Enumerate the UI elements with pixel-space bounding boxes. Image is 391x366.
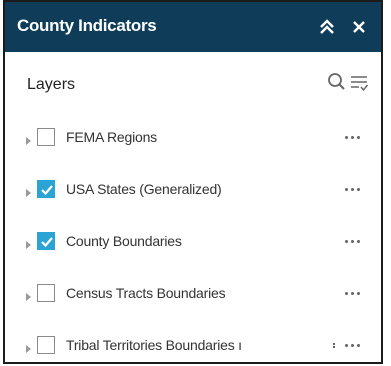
layers-toolbar: Layers xyxy=(5,52,381,112)
layer-row-usa-states[interactable]: USA States (Generalized) xyxy=(5,164,381,216)
layer-name: FEMA Regions xyxy=(66,129,157,145)
caret-right-icon[interactable] xyxy=(25,341,33,353)
layer-list-panel: County Indicators Layers FEMA Regions US… xyxy=(3,0,383,364)
layer-row-census-tracts[interactable]: Census Tracts Boundaries xyxy=(5,268,381,320)
caret-right-icon[interactable] xyxy=(25,185,33,197)
panel-header: County Indicators xyxy=(5,2,381,52)
checkmark-icon xyxy=(41,237,53,248)
layer-name: Tribal Territories Boundaries ı xyxy=(66,337,242,353)
layer-checkbox[interactable] xyxy=(37,284,55,302)
checkmark-icon xyxy=(41,185,53,196)
search-icon[interactable] xyxy=(327,71,347,93)
layer-row-county-boundaries[interactable]: County Boundaries xyxy=(5,216,381,268)
more-horizontal-icon[interactable] xyxy=(343,236,363,246)
layer-checkbox[interactable] xyxy=(37,232,55,250)
double-chevron-up-icon[interactable] xyxy=(317,14,337,38)
layer-row-tribal-territories[interactable]: Tribal Territories Boundaries ı xyxy=(5,320,381,362)
layers-label: Layers xyxy=(27,76,76,93)
layer-checkbox[interactable] xyxy=(37,128,55,146)
more-horizontal-icon[interactable] xyxy=(343,340,363,350)
caret-right-icon[interactable] xyxy=(25,237,33,249)
layer-row-fema-regions[interactable]: FEMA Regions xyxy=(5,112,381,164)
layer-name: USA States (Generalized) xyxy=(66,181,222,197)
caret-right-icon[interactable] xyxy=(25,289,33,301)
more-horizontal-icon[interactable] xyxy=(343,184,363,194)
layer-name: Census Tracts Boundaries xyxy=(66,285,226,301)
panel-title: County Indicators xyxy=(17,16,157,35)
more-horizontal-icon[interactable] xyxy=(343,288,363,298)
layer-checkbox[interactable] xyxy=(37,336,55,354)
more-horizontal-icon[interactable] xyxy=(343,132,363,142)
caret-right-icon[interactable] xyxy=(25,133,33,145)
close-icon[interactable] xyxy=(349,14,369,38)
scroll-indicator-icon xyxy=(333,343,335,351)
filter-list-icon[interactable] xyxy=(349,72,369,94)
layer-name: County Boundaries xyxy=(66,233,182,249)
layer-checkbox[interactable] xyxy=(37,180,55,198)
